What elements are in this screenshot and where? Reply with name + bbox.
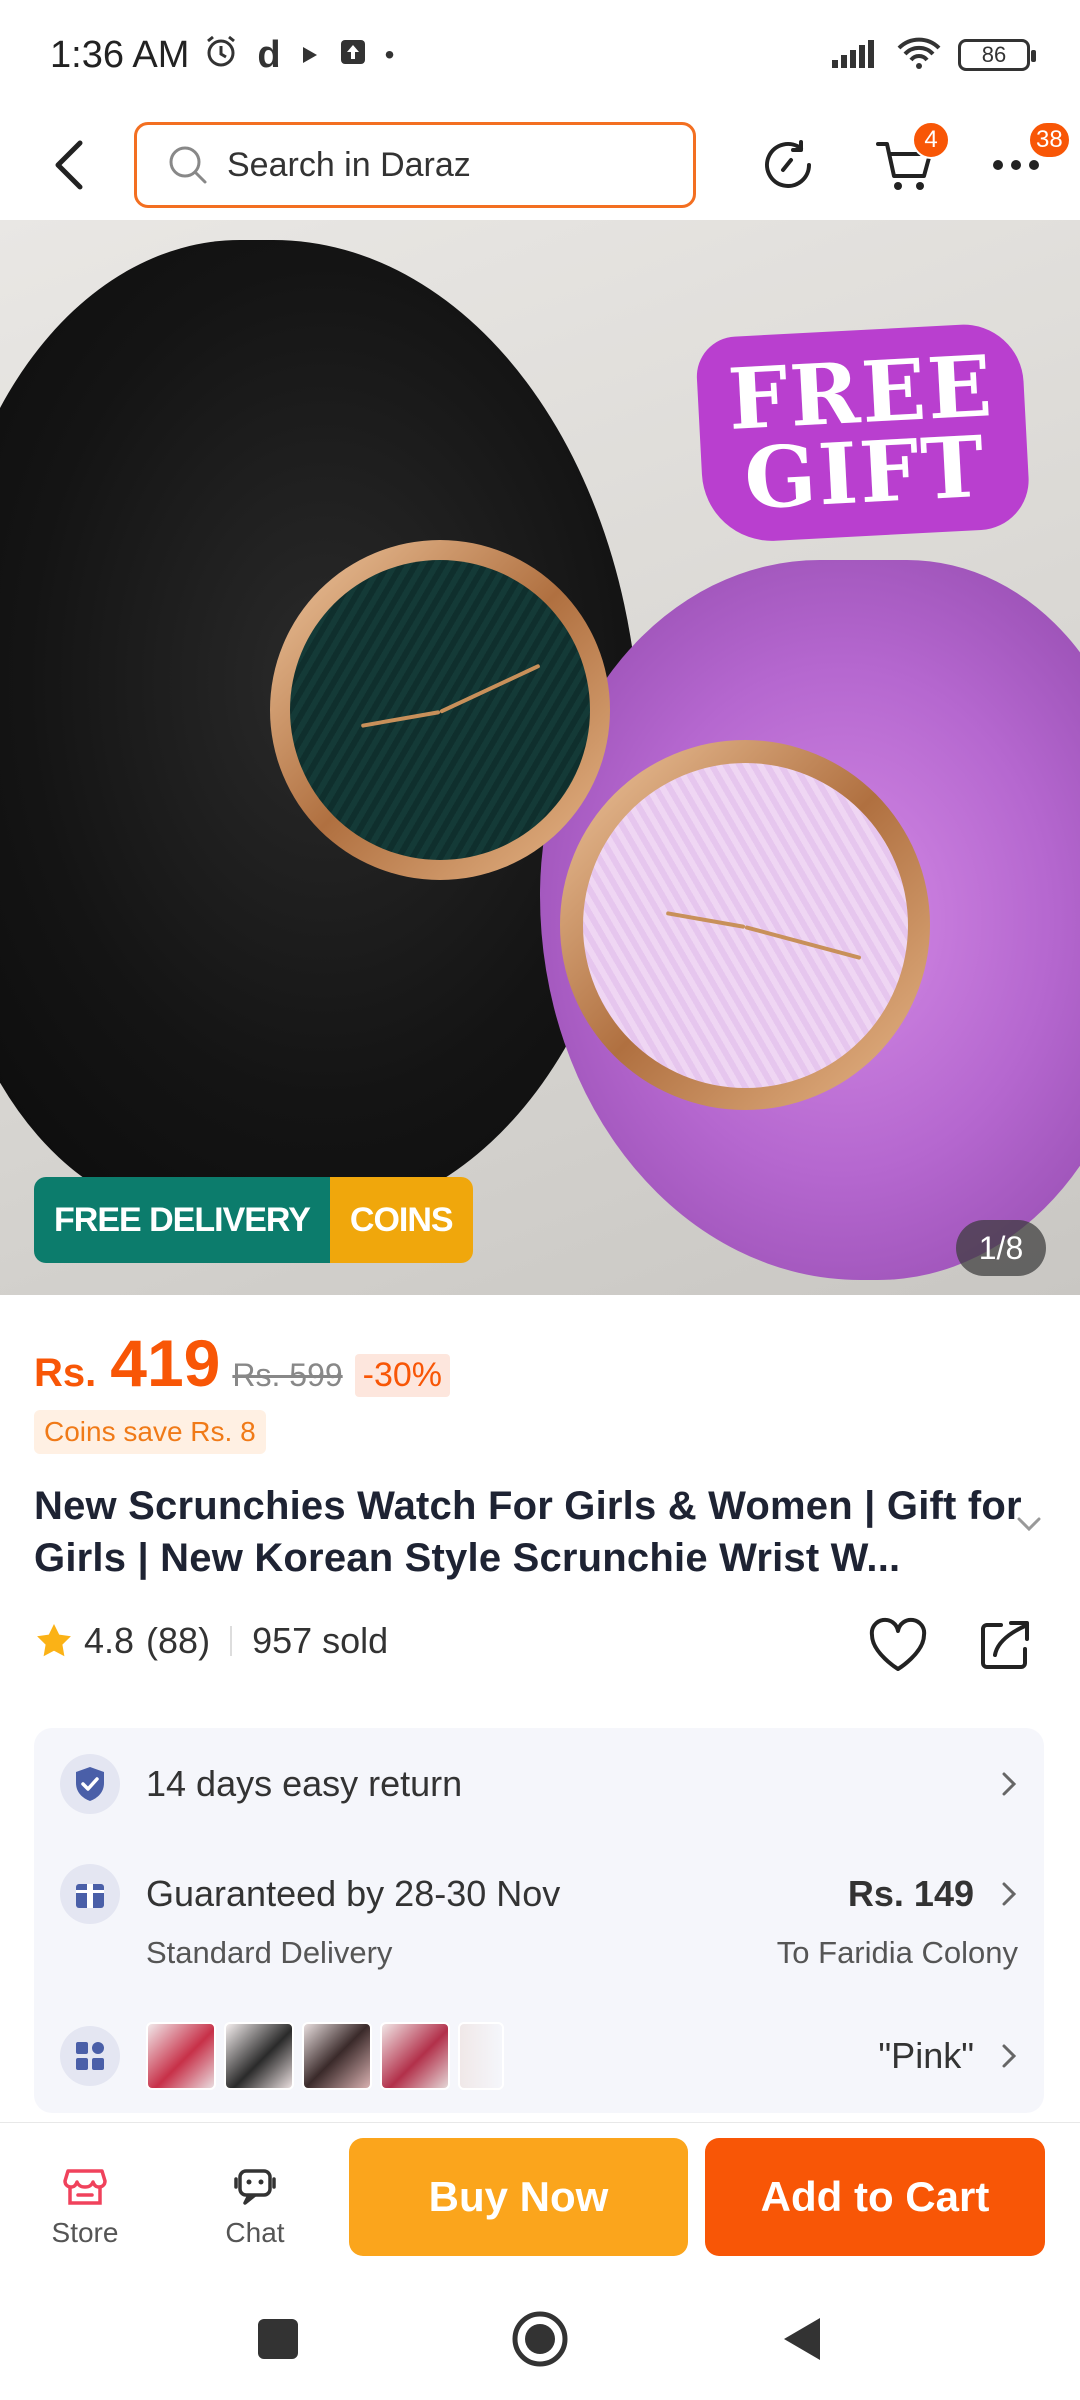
- coins-save-label: Coins save Rs. 8: [34, 1410, 266, 1454]
- status-notification-icons: d •: [203, 33, 394, 78]
- free-gift-line2: GIFT: [742, 416, 989, 529]
- rating-value: 4.8: [84, 1620, 135, 1661]
- triangle-back-icon: [784, 2317, 820, 2360]
- selected-variant: "Pink": [878, 2035, 974, 2076]
- variant-thumb[interactable]: [302, 2022, 372, 2090]
- delivery-subrow: Standard Delivery To Faridia Colony: [34, 1928, 1044, 1978]
- chevron-right-icon: [1002, 1772, 1017, 1796]
- delivery-type: Standard Delivery: [146, 1935, 393, 1970]
- play-icon: [299, 36, 321, 75]
- store-label: Store: [51, 2217, 119, 2248]
- recents-button[interactable]: [256, 2317, 300, 2366]
- delivery-price: Rs. 149: [847, 1873, 974, 1914]
- status-right: 86: [830, 36, 1036, 75]
- share-button[interactable]: [975, 1615, 1035, 1680]
- buy-now-button[interactable]: Buy Now: [349, 2138, 688, 2256]
- back-arrow-icon: [55, 140, 83, 190]
- star-icon: [37, 1624, 71, 1657]
- bottom-action-bar: Store Chat Buy Now Add to Cart: [0, 2122, 1080, 2282]
- more-dots-icon: [993, 160, 1039, 170]
- wishlist-button[interactable]: [866, 1615, 930, 1680]
- search-input[interactable]: [227, 145, 667, 185]
- delivery-guarantee-text: Guaranteed by 28-30 Nov: [146, 1873, 561, 1914]
- upload-icon: [339, 36, 367, 75]
- home-circle-icon: [512, 2311, 568, 2366]
- chevron-down-icon: [1017, 1517, 1041, 1532]
- search-icon: [169, 146, 207, 184]
- return-policy-text: 14 days easy return: [146, 1763, 463, 1804]
- shield-check-icon: [60, 1754, 120, 1814]
- more-badge: 38: [1028, 121, 1071, 159]
- refresh-history-icon: [765, 140, 811, 188]
- more-button[interactable]: 38: [976, 121, 1071, 205]
- coins-tag: COINS: [329, 1177, 473, 1263]
- battery-indicator: 86: [958, 39, 1036, 71]
- rating-divider: [230, 1626, 233, 1656]
- top-navigation: 4 38: [0, 110, 1080, 220]
- price-currency: Rs.: [34, 1351, 97, 1395]
- product-image-carousel[interactable]: FREE GIFT FREE DELIVERY COINS 1/8: [0, 220, 1080, 1295]
- wifi-icon: [896, 36, 942, 75]
- discount-badge: -30%: [354, 1354, 451, 1397]
- share-icon: [981, 1621, 1029, 1669]
- free-delivery-tag: FREE DELIVERY: [34, 1177, 330, 1263]
- chat-label: Chat: [225, 2217, 285, 2248]
- original-price: Rs. 599: [232, 1357, 343, 1393]
- system-navigation-bar: [0, 2282, 1080, 2400]
- product-title: New Scrunchies Watch For Girls & Women |…: [34, 1484, 1022, 1580]
- add-to-cart-button[interactable]: Add to Cart: [705, 2138, 1045, 2256]
- rating-row[interactable]: 4.8 (88) 957 sold: [34, 1620, 388, 1662]
- variant-thumb[interactable]: [380, 2022, 450, 2090]
- delivery-box-icon: [60, 1864, 120, 1924]
- sold-count: 957 sold: [252, 1620, 389, 1661]
- service-info-card: 14 days easy return Guaranteed by 28-30 …: [34, 1728, 1044, 2113]
- variant-thumb[interactable]: [146, 2022, 216, 2090]
- delivery-row[interactable]: Guaranteed by 28-30 Nov Rs. 149: [34, 1860, 1044, 1928]
- heart-icon: [869, 1617, 927, 1671]
- price-value: 419: [110, 1326, 221, 1400]
- cart-button[interactable]: 4: [860, 121, 950, 205]
- system-back-button[interactable]: [780, 2314, 824, 2369]
- status-time: 1:36 AM: [50, 33, 190, 76]
- chevron-right-icon: [1002, 2044, 1017, 2068]
- history-button[interactable]: [748, 125, 828, 205]
- home-button[interactable]: [510, 2309, 570, 2374]
- variant-row[interactable]: "Pink": [34, 2018, 1044, 2094]
- promo-tags: FREE DELIVERY COINS: [34, 1177, 473, 1263]
- store-icon: [63, 2169, 107, 2205]
- variant-thumb[interactable]: [458, 2022, 504, 2090]
- return-policy-row[interactable]: 14 days easy return: [34, 1750, 1044, 1818]
- chat-bot-icon: [234, 2169, 276, 2205]
- review-count: (88): [146, 1620, 211, 1661]
- variant-grid-icon: [60, 2026, 120, 2086]
- signal-icon: [830, 38, 880, 73]
- variant-thumb[interactable]: [224, 2022, 294, 2090]
- price-row: Rs. 419 Rs. 599 -30%: [34, 1325, 451, 1401]
- product-photo-pink-watch: [560, 740, 930, 1110]
- status-bar: 1:36 AM d • 86: [0, 0, 1080, 110]
- square-icon: [258, 2318, 298, 2359]
- dot-icon: •: [384, 39, 395, 70]
- back-button[interactable]: [30, 125, 110, 205]
- chat-button[interactable]: Chat: [200, 2163, 310, 2249]
- delivery-location: To Faridia Colony: [776, 1935, 1018, 1970]
- search-box[interactable]: [134, 122, 696, 208]
- battery-level: 86: [981, 42, 1007, 67]
- product-photo-black-watch: [270, 540, 610, 880]
- daraz-d-icon: d: [257, 33, 281, 76]
- free-gift-sticker: FREE GIFT: [694, 321, 1032, 545]
- image-counter: 1/8: [956, 1220, 1046, 1276]
- expand-title-button[interactable]: [1015, 1515, 1043, 1538]
- store-button[interactable]: Store: [30, 2163, 140, 2249]
- chevron-right-icon: [1002, 1882, 1017, 1906]
- cart-badge: 4: [912, 121, 950, 159]
- alarm-icon: [203, 33, 239, 78]
- variant-thumbnails: [146, 2022, 512, 2090]
